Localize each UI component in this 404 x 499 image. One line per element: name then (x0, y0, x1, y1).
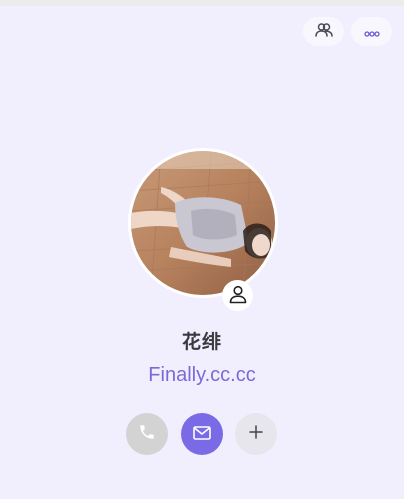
avatar-photo (131, 151, 275, 295)
more-button[interactable] (351, 17, 392, 46)
more-dots-icon (363, 22, 380, 41)
mail-button[interactable] (181, 413, 223, 455)
avatar[interactable] (128, 148, 278, 298)
person-icon (228, 284, 248, 308)
call-button[interactable] (126, 413, 168, 455)
group-icon (314, 22, 333, 42)
profile-name: 花绯 (181, 331, 222, 353)
add-button[interactable] (235, 413, 277, 455)
profile-subtitle: Finally.cc.cc (148, 364, 256, 386)
plus-icon (248, 424, 264, 444)
phone-icon (138, 423, 156, 445)
mail-icon (193, 425, 211, 444)
group-button[interactable] (303, 17, 344, 46)
top-strip (0, 0, 404, 6)
contact-badge[interactable] (222, 280, 253, 311)
